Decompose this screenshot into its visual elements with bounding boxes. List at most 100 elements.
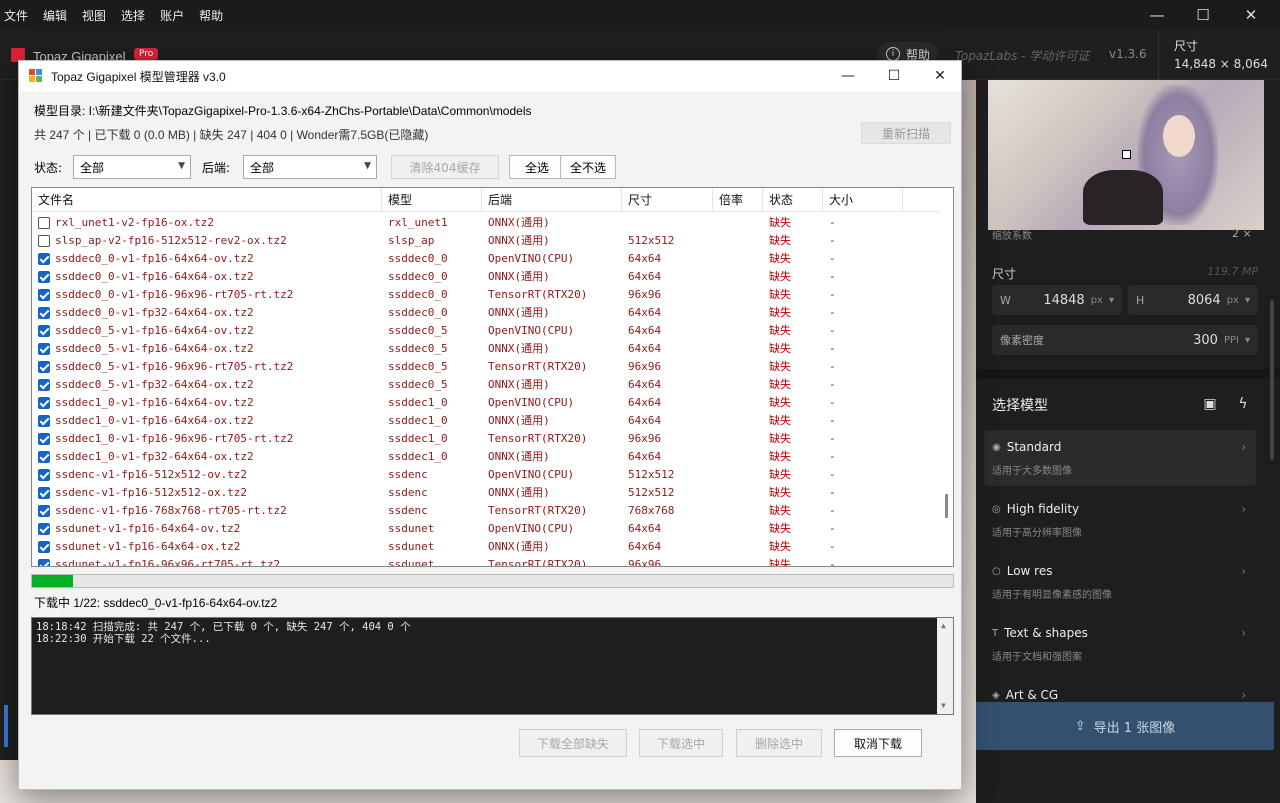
row-checkbox[interactable] bbox=[38, 379, 50, 391]
column-header[interactable]: 倍率 bbox=[713, 188, 763, 212]
model-card[interactable]: ◎ High fidelity 适用于高分辨率图像 › bbox=[984, 492, 1256, 548]
table-row[interactable]: slsp_ap-v2-fp16-512x512-rev2-ox.tz2 slsp_… bbox=[32, 232, 936, 250]
export-button[interactable]: ⇪ 导出 1 张图像 bbox=[976, 702, 1274, 750]
row-checkbox[interactable] bbox=[38, 505, 50, 517]
menu-item[interactable]: 视图 bbox=[76, 7, 115, 24]
table-scrollbar[interactable] bbox=[940, 188, 953, 566]
cell-bytes: - bbox=[829, 522, 836, 535]
row-checkbox[interactable] bbox=[38, 307, 50, 319]
dialog-minimize-icon[interactable]: — bbox=[825, 61, 871, 91]
cell-bytes: - bbox=[829, 252, 836, 265]
row-checkbox[interactable] bbox=[38, 361, 50, 373]
table-row[interactable]: ssddec0_5-v1-fp16-64x64-ov.tz2 ssddec0_5 O… bbox=[32, 322, 936, 340]
row-checkbox[interactable] bbox=[38, 487, 50, 499]
table-row[interactable]: ssdunet-v1-fp16-64x64-ov.tz2 ssdunet OpenV… bbox=[32, 520, 936, 538]
log-scrollbar[interactable]: ▲ ▼ bbox=[937, 618, 953, 714]
close-icon[interactable]: ✕ bbox=[1228, 0, 1274, 30]
row-checkbox[interactable] bbox=[38, 235, 50, 247]
menu-item[interactable]: 文件 bbox=[0, 7, 37, 24]
table-row[interactable]: ssdenc-v1-fp16-512x512-ov.tz2 ssdenc OpenV… bbox=[32, 466, 936, 484]
row-checkbox[interactable] bbox=[38, 469, 50, 481]
dialog-maximize-icon[interactable]: ☐ bbox=[871, 61, 917, 91]
row-checkbox[interactable] bbox=[38, 523, 50, 535]
table-row[interactable]: ssddec1_0-v1-fp16-64x64-ov.tz2 ssddec1_0 O… bbox=[32, 394, 936, 412]
dialog-titlebar[interactable]: Topaz Gigapixel 模型管理器 v3.0 bbox=[19, 61, 961, 91]
log-output[interactable]: 18:18:42 扫描完成: 共 247 个, 已下载 0 个, 缺失 247 … bbox=[31, 617, 954, 715]
row-checkbox[interactable] bbox=[38, 289, 50, 301]
column-header[interactable]: 状态 bbox=[763, 188, 823, 212]
menu-item[interactable]: 账户 bbox=[154, 7, 193, 24]
menu-item[interactable]: 编辑 bbox=[37, 7, 76, 24]
select-none-button[interactable]: 全不选 bbox=[560, 155, 616, 179]
download-selected-button[interactable]: 下载选中 bbox=[639, 729, 723, 757]
table-row[interactable]: ssdenc-v1-fp16-768x768-rt705-rt.tz2 ssden… bbox=[32, 502, 936, 520]
delete-selected-button[interactable]: 删除选中 bbox=[736, 729, 822, 757]
row-checkbox[interactable] bbox=[38, 217, 50, 229]
row-checkbox[interactable] bbox=[38, 415, 50, 427]
cell-size: 64x64 bbox=[628, 396, 662, 409]
table-row[interactable]: ssddec0_5-v1-fp32-64x64-ox.tz2 ssddec0_5 O… bbox=[32, 376, 936, 394]
scrollbar-thumb[interactable] bbox=[945, 494, 948, 518]
table-row[interactable]: ssddec0_0-v1-fp16-64x64-ox.tz2 ssddec0_0 O… bbox=[32, 268, 936, 286]
cell-size: 96x96 bbox=[628, 558, 662, 567]
rescan-button[interactable]: 重新扫描 bbox=[861, 122, 951, 144]
row-checkbox[interactable] bbox=[38, 325, 50, 337]
dialog-close-icon[interactable]: ✕ bbox=[917, 61, 963, 91]
backend-filter-select[interactable]: 全部 ▼ bbox=[243, 155, 377, 179]
row-checkbox[interactable] bbox=[38, 343, 50, 355]
cell-status: 缺失 bbox=[769, 558, 791, 567]
model-card[interactable]: ○ Low res 适用于有明显像素感的图像 › bbox=[984, 554, 1256, 610]
column-header[interactable]: 后端 bbox=[482, 188, 622, 212]
row-checkbox[interactable] bbox=[38, 253, 50, 265]
table-row[interactable]: ssddec0_5-v1-fp16-96x96-rt705-rt.tz2 ssdd… bbox=[32, 358, 936, 376]
preview-thumbnail[interactable] bbox=[988, 80, 1264, 230]
row-checkbox[interactable] bbox=[38, 541, 50, 553]
table-row[interactable]: rxl_unet1-v2-fp16-ox.tz2 rxl_unet1 ONNX(通用… bbox=[32, 214, 936, 232]
model-card[interactable]: T Text & shapes 适用于文档和强图案 › bbox=[984, 616, 1256, 672]
row-checkbox[interactable] bbox=[38, 451, 50, 463]
density-field[interactable]: 像素密度 300 PPI ▾ bbox=[992, 325, 1258, 355]
scale-value[interactable]: 2 × bbox=[1232, 227, 1252, 240]
cell-backend: TensorRT(RTX20) bbox=[488, 288, 588, 301]
row-checkbox[interactable] bbox=[38, 433, 50, 445]
table-row[interactable]: ssdunet-v1-fp16-96x96-rt705-rt.tz2 ssdune… bbox=[32, 556, 936, 567]
column-header[interactable]: 大小 bbox=[823, 188, 903, 212]
scroll-down-icon[interactable]: ▼ bbox=[941, 700, 946, 712]
model-desc: 适用于文档和强图案 bbox=[992, 652, 1082, 663]
row-checkbox[interactable] bbox=[38, 397, 50, 409]
table-row[interactable]: ssddec1_0-v1-fp32-64x64-ox.tz2 ssddec1_0 O… bbox=[32, 448, 936, 466]
width-field[interactable]: W 14848 px ▾ bbox=[992, 285, 1122, 315]
scroll-up-icon[interactable]: ▲ bbox=[941, 620, 946, 632]
clear-404-cache-button[interactable]: 清除404缓存 bbox=[391, 155, 499, 179]
lightning-icon[interactable]: ϟ bbox=[1234, 395, 1252, 413]
model-card[interactable]: ◉ Standard 适用于大多数图像 › bbox=[984, 430, 1256, 486]
minimize-icon[interactable]: — bbox=[1134, 0, 1180, 30]
column-header[interactable]: 尺寸 bbox=[622, 188, 713, 212]
panel-scrollbar[interactable] bbox=[1270, 300, 1274, 460]
height-field[interactable]: H 8064 px ▾ bbox=[1128, 285, 1258, 315]
download-all-missing-button[interactable]: 下载全部缺失 bbox=[519, 729, 627, 757]
table-row[interactable]: ssddec0_0-v1-fp16-96x96-rt705-rt.tz2 ssdd… bbox=[32, 286, 936, 304]
compare-icon[interactable]: ▣ bbox=[1201, 395, 1219, 413]
select-all-button[interactable]: 全选 bbox=[509, 155, 565, 179]
column-header[interactable]: 模型 bbox=[382, 188, 482, 212]
table-row[interactable]: ssddec0_5-v1-fp16-64x64-ox.tz2 ssddec0_5 O… bbox=[32, 340, 936, 358]
row-checkbox[interactable] bbox=[38, 559, 50, 566]
cell-file: ssddec0_5-v1-fp32-64x64-ox.tz2 bbox=[55, 378, 254, 391]
maximize-icon[interactable]: ☐ bbox=[1180, 0, 1226, 30]
table-row[interactable]: ssddec1_0-v1-fp16-96x96-rt705-rt.tz2 ssdd… bbox=[32, 430, 936, 448]
cancel-download-button[interactable]: 取消下载 bbox=[834, 729, 922, 757]
table-row[interactable]: ssddec0_0-v1-fp16-64x64-ov.tz2 ssddec0_0 O… bbox=[32, 250, 936, 268]
models-table[interactable]: 文件名 模型 后端 尺寸 倍率 状态 大小 rxl_unet1-v2-fp16-ox.tz2… bbox=[31, 187, 954, 567]
preview-crop-handle[interactable] bbox=[1122, 150, 1131, 159]
table-row[interactable]: ssddec0_0-v1-fp32-64x64-ox.tz2 ssddec0_0 O… bbox=[32, 304, 936, 322]
table-row[interactable]: ssddec1_0-v1-fp16-64x64-ox.tz2 ssddec1_0 O… bbox=[32, 412, 936, 430]
status-filter-select[interactable]: 全部 ▼ bbox=[73, 155, 191, 179]
table-row[interactable]: ssdunet-v1-fp16-64x64-ox.tz2 ssdunet ONNX(… bbox=[32, 538, 936, 556]
menu-item[interactable]: 帮助 bbox=[193, 7, 232, 24]
column-header[interactable]: 文件名 bbox=[32, 188, 382, 212]
table-row[interactable]: ssdenc-v1-fp16-512x512-ox.tz2 ssdenc ONNX(… bbox=[32, 484, 936, 502]
cell-bytes: - bbox=[829, 216, 836, 229]
menu-item[interactable]: 选择 bbox=[115, 7, 154, 24]
row-checkbox[interactable] bbox=[38, 271, 50, 283]
